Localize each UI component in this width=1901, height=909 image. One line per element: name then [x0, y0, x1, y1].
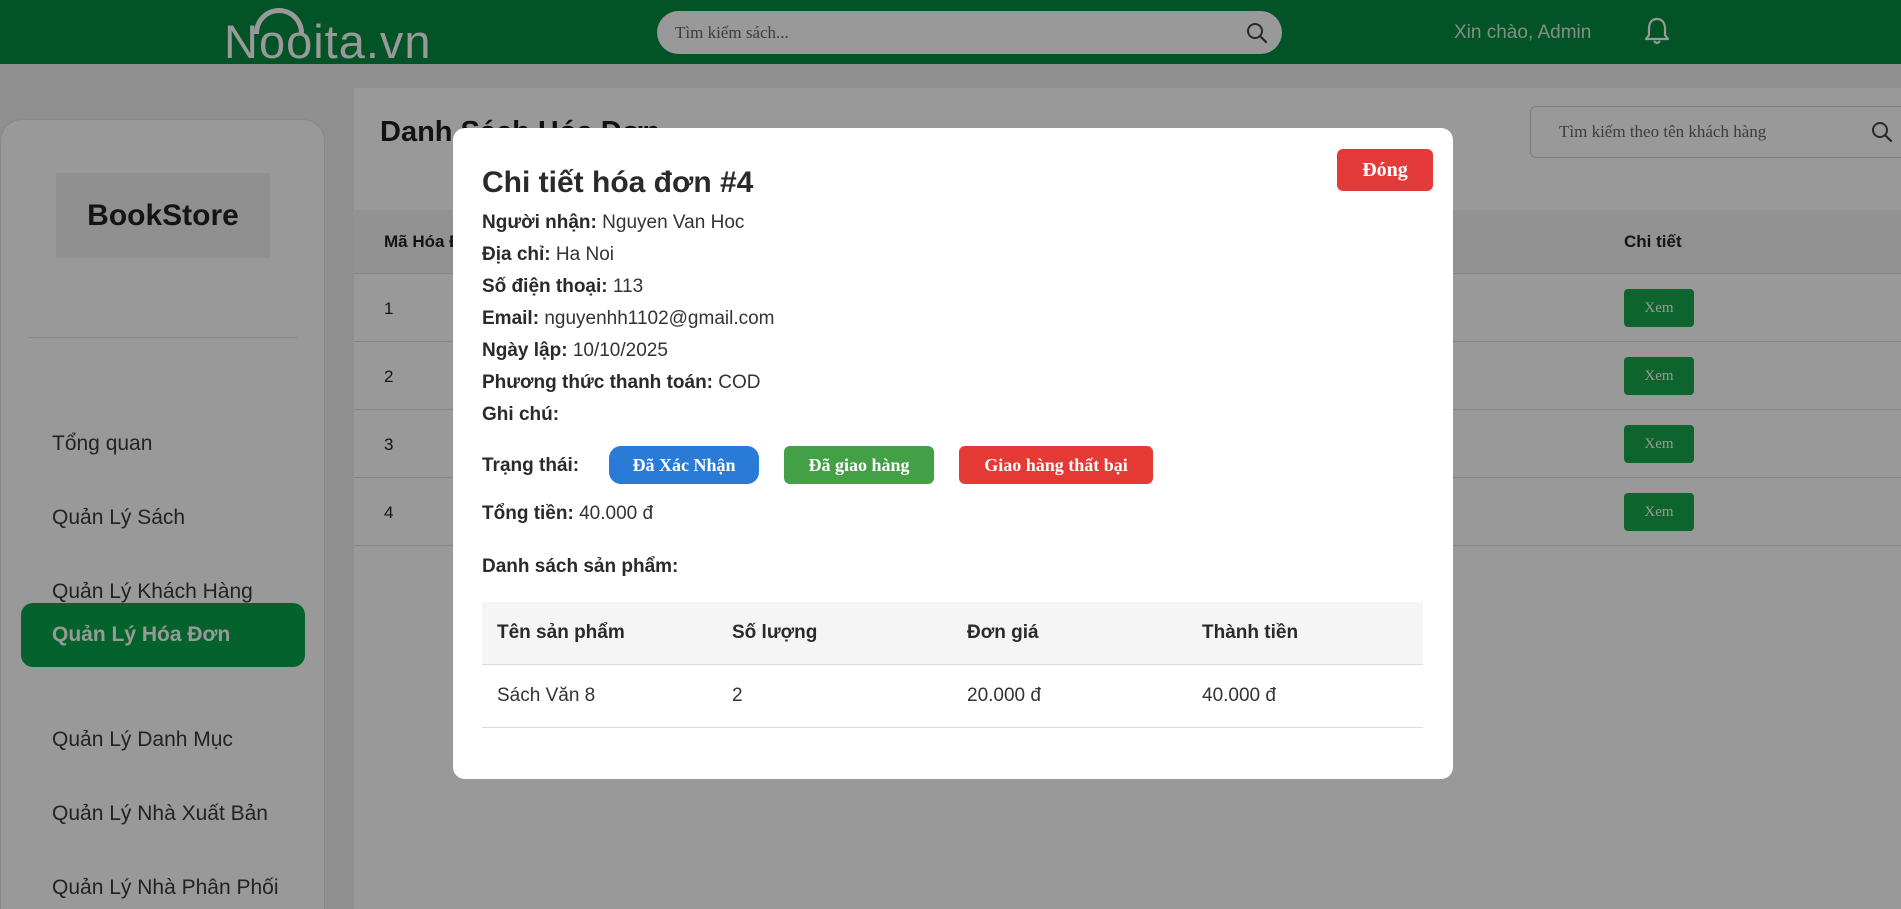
address-field: Địa chỉ: Ha Noi — [482, 244, 614, 266]
modal-title: Chi tiết hóa đơn #4 — [482, 166, 754, 199]
product-quantity: 2 — [732, 685, 743, 706]
column-header-unit-price: Đơn giá — [967, 622, 1039, 643]
column-header-subtotal: Thành tiền — [1202, 622, 1299, 643]
product-subtotal: 40.000 đ — [1202, 685, 1276, 706]
note-field: Ghi chú: — [482, 404, 559, 426]
product-unit-price: 20.000 đ — [967, 685, 1041, 706]
products-table: Tên sản phẩm Số lượng Đơn giá Thành tiền… — [482, 602, 1423, 728]
field-value: Ha Noi — [555, 244, 614, 265]
field-label: Địa chỉ: — [482, 244, 551, 265]
table-row: Sách Văn 8 2 20.000 đ 40.000 đ — [482, 665, 1423, 728]
field-label: Phương thức thanh toán: — [482, 372, 713, 393]
field-label: Email: — [482, 308, 540, 329]
delivery-failed-button[interactable]: Giao hàng thất bại — [959, 446, 1153, 484]
total-value: 40.000 đ — [579, 503, 654, 524]
payment-method-field: Phương thức thanh toán: COD — [482, 372, 761, 394]
status-label: Trạng thái: — [482, 455, 580, 476]
field-value: Nguyen Van Hoc — [602, 212, 745, 233]
total-amount: Tổng tiền: 40.000 đ — [482, 503, 653, 525]
field-value: COD — [718, 372, 761, 393]
phone-field: Số điện thoại: 113 — [482, 276, 643, 298]
product-name: Sách Văn 8 — [497, 685, 596, 706]
column-header-quantity: Số lượng — [732, 622, 818, 643]
invoice-detail-modal: Đóng Chi tiết hóa đơn #4 Người nhận: Ngu… — [453, 128, 1453, 779]
column-header-product-name: Tên sản phẩm — [497, 622, 625, 643]
field-label: Ghi chú: — [482, 404, 560, 425]
field-label: Ngày lập: — [482, 340, 568, 361]
recipient-field: Người nhận: Nguyen Van Hoc — [482, 212, 744, 234]
products-title: Danh sách sản phẩm: — [482, 556, 679, 577]
email-field: Email: nguyenhh1102@gmail.com — [482, 308, 775, 330]
field-value: nguyenhh1102@gmail.com — [544, 308, 775, 329]
field-label: Số điện thoại: — [482, 276, 608, 297]
products-table-header: Tên sản phẩm Số lượng Đơn giá Thành tiền — [482, 602, 1423, 665]
date-field: Ngày lập: 10/10/2025 — [482, 340, 668, 362]
total-label: Tổng tiền: — [482, 503, 574, 524]
field-label: Người nhận: — [482, 212, 597, 233]
field-value: 113 — [612, 276, 644, 297]
field-value: 10/10/2025 — [572, 340, 668, 361]
confirmed-status-button[interactable]: Đã Xác Nhận — [609, 446, 759, 484]
close-button[interactable]: Đóng — [1337, 149, 1433, 191]
delivered-status-button[interactable]: Đã giao hàng — [784, 446, 934, 484]
